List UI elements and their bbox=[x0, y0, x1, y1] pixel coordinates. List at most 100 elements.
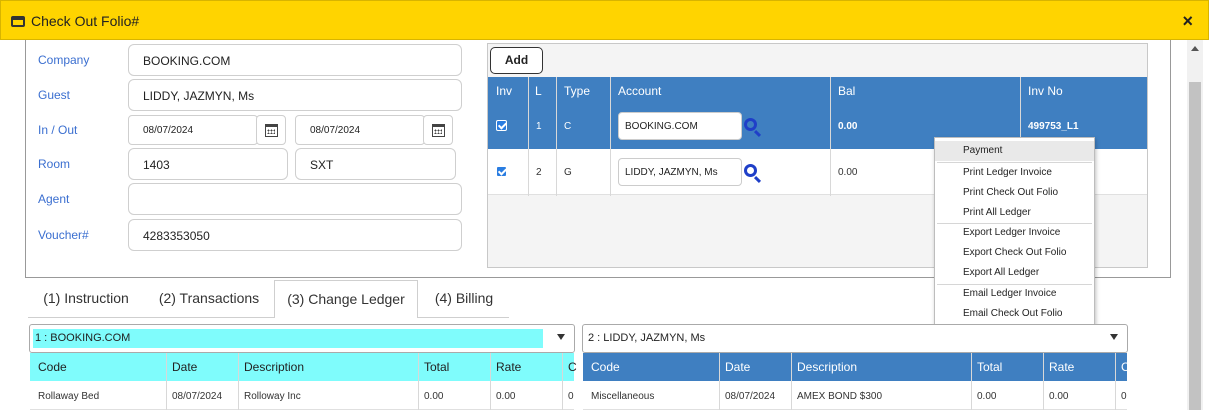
cell-c: 0 bbox=[568, 391, 574, 402]
tab-transactions[interactable]: (2) Transactions bbox=[150, 280, 268, 318]
ledger-context-menu: Payment Print Ledger Invoice Print Check… bbox=[934, 137, 1095, 327]
guest-label: Guest bbox=[38, 88, 71, 102]
cell-description: AMEX BOND $300 bbox=[797, 391, 883, 402]
calendar-icon bbox=[265, 124, 278, 137]
dialog-titlebar: Check Out Folio# × bbox=[0, 0, 1209, 40]
panel-border bbox=[25, 40, 26, 278]
close-icon[interactable]: × bbox=[1182, 11, 1193, 32]
cell-code: Rollaway Bed bbox=[38, 391, 100, 402]
menu-email-checkout-folio[interactable]: Email Check Out Folio bbox=[935, 304, 1094, 324]
col-type: Type bbox=[564, 84, 591, 98]
column-divider bbox=[166, 353, 167, 410]
menu-export-ledger-invoice[interactable]: Export Ledger Invoice bbox=[935, 223, 1094, 243]
menu-print-ledger-invoice[interactable]: Print Ledger Invoice bbox=[935, 163, 1094, 183]
window-icon bbox=[11, 16, 25, 27]
tab-billing[interactable]: (4) Billing bbox=[424, 280, 504, 318]
menu-payment[interactable]: Payment bbox=[935, 141, 1094, 161]
col-date: Date bbox=[725, 360, 751, 374]
tab-change-ledger[interactable]: (3) Change Ledger bbox=[274, 280, 418, 318]
right-ledger-select[interactable]: 2 : LIDDY, JAZMYN, Ms bbox=[582, 324, 1128, 353]
ledger-table-header: Inv L Type Account Bal Inv No bbox=[488, 77, 1147, 104]
calendar-icon bbox=[432, 124, 445, 137]
menu-print-checkout-folio[interactable]: Print Check Out Folio bbox=[935, 183, 1094, 203]
right-ledger-selected-value: 2 : LIDDY, JAZMYN, Ms bbox=[588, 332, 706, 344]
column-divider bbox=[1115, 353, 1116, 410]
cell-date: 08/07/2024 bbox=[172, 391, 223, 402]
col-c: C bbox=[1121, 360, 1130, 374]
in-date-calendar-button[interactable] bbox=[256, 115, 286, 145]
inv-checkbox[interactable] bbox=[496, 120, 507, 131]
menu-email-ledger-invoice[interactable]: Email Ledger Invoice bbox=[935, 284, 1094, 304]
room-type-field[interactable]: SXT bbox=[295, 148, 456, 180]
vertical-scrollbar[interactable] bbox=[1187, 40, 1203, 410]
ledger-l: 2 bbox=[536, 167, 542, 178]
out-date-field[interactable]: 08/07/2024 bbox=[295, 115, 425, 145]
cell-code: Miscellaneous bbox=[591, 391, 655, 402]
column-divider bbox=[556, 77, 557, 196]
column-divider bbox=[528, 77, 529, 196]
ledger-inv-no: 499753_L1 bbox=[1028, 121, 1079, 132]
room-field[interactable]: 1403 bbox=[128, 148, 288, 180]
col-l: L bbox=[535, 84, 542, 98]
company-field[interactable]: BOOKING.COM bbox=[128, 44, 462, 76]
column-divider bbox=[490, 353, 491, 410]
col-rate: Rate bbox=[1049, 360, 1075, 374]
in-date-field[interactable]: 08/07/2024 bbox=[128, 115, 258, 145]
account-field[interactable]: BOOKING.COM bbox=[618, 112, 742, 140]
guest-field[interactable]: LIDDY, JAZMYN, Ms bbox=[128, 79, 462, 111]
out-date-calendar-button[interactable] bbox=[423, 115, 453, 145]
ledger-type: G bbox=[564, 167, 572, 178]
voucher-label: Voucher# bbox=[38, 228, 89, 242]
voucher-field[interactable]: 4283353050 bbox=[128, 219, 462, 251]
agent-label: Agent bbox=[38, 192, 70, 206]
col-inv-no: Inv No bbox=[1028, 84, 1063, 98]
company-label: Company bbox=[38, 53, 90, 67]
column-divider bbox=[971, 353, 972, 410]
inout-label: In / Out bbox=[38, 123, 78, 137]
account-field[interactable]: LIDDY, JAZMYN, Ms bbox=[618, 158, 742, 186]
search-icon[interactable] bbox=[744, 118, 757, 131]
chevron-down-icon bbox=[1110, 334, 1118, 340]
scroll-thumb[interactable] bbox=[1189, 82, 1201, 410]
menu-export-all-ledger[interactable]: Export All Ledger bbox=[935, 263, 1094, 283]
inv-checkbox[interactable] bbox=[496, 166, 507, 177]
agent-field[interactable] bbox=[128, 183, 462, 215]
col-code: Code bbox=[38, 360, 67, 374]
cell-rate: 0.00 bbox=[1049, 391, 1069, 402]
ledger-bal: 0.00 bbox=[838, 121, 858, 132]
cell-c: 0 bbox=[1121, 391, 1127, 402]
cell-rate: 0.00 bbox=[496, 391, 516, 402]
col-account: Account bbox=[618, 84, 662, 98]
col-date: Date bbox=[172, 360, 198, 374]
left-ledger-select[interactable]: 1 : BOOKING.COM bbox=[29, 324, 575, 353]
ledger-bal: 0.00 bbox=[838, 167, 858, 178]
add-ledger-button[interactable]: Add bbox=[490, 47, 543, 74]
ledger-l: 1 bbox=[536, 121, 542, 132]
col-description: Description bbox=[797, 360, 858, 374]
cell-description: Rolloway Inc bbox=[244, 391, 301, 402]
col-code: Code bbox=[591, 360, 620, 374]
room-label: Room bbox=[38, 157, 71, 171]
column-divider bbox=[610, 77, 611, 196]
cell-date: 08/07/2024 bbox=[725, 391, 776, 402]
column-divider bbox=[562, 353, 563, 410]
col-description: Description bbox=[244, 360, 305, 374]
col-total: Total bbox=[977, 360, 1003, 374]
menu-export-checkout-folio[interactable]: Export Check Out Folio bbox=[935, 243, 1094, 263]
col-c: C bbox=[568, 360, 577, 374]
left-ledger-selected-value: 1 : BOOKING.COM bbox=[33, 329, 543, 348]
cell-total: 0.00 bbox=[424, 391, 444, 402]
col-rate: Rate bbox=[496, 360, 522, 374]
menu-print-all-ledger[interactable]: Print All Ledger bbox=[935, 203, 1094, 223]
panel-border bbox=[1170, 40, 1171, 278]
scroll-up-icon[interactable] bbox=[1191, 46, 1199, 51]
column-divider bbox=[719, 353, 720, 410]
col-inv: Inv bbox=[496, 84, 513, 98]
table-row[interactable]: Rollaway Bed 08/07/2024 Rolloway Inc 0.0… bbox=[30, 381, 574, 410]
left-table-header: Code Date Description Total Rate C bbox=[30, 353, 577, 381]
tab-instruction[interactable]: (1) Instruction bbox=[30, 280, 142, 318]
dialog-title: Check Out Folio# bbox=[31, 13, 140, 29]
table-row[interactable]: Miscellaneous 08/07/2024 AMEX BOND $300 … bbox=[583, 381, 1127, 410]
search-icon[interactable] bbox=[744, 164, 757, 177]
column-divider bbox=[830, 77, 831, 196]
